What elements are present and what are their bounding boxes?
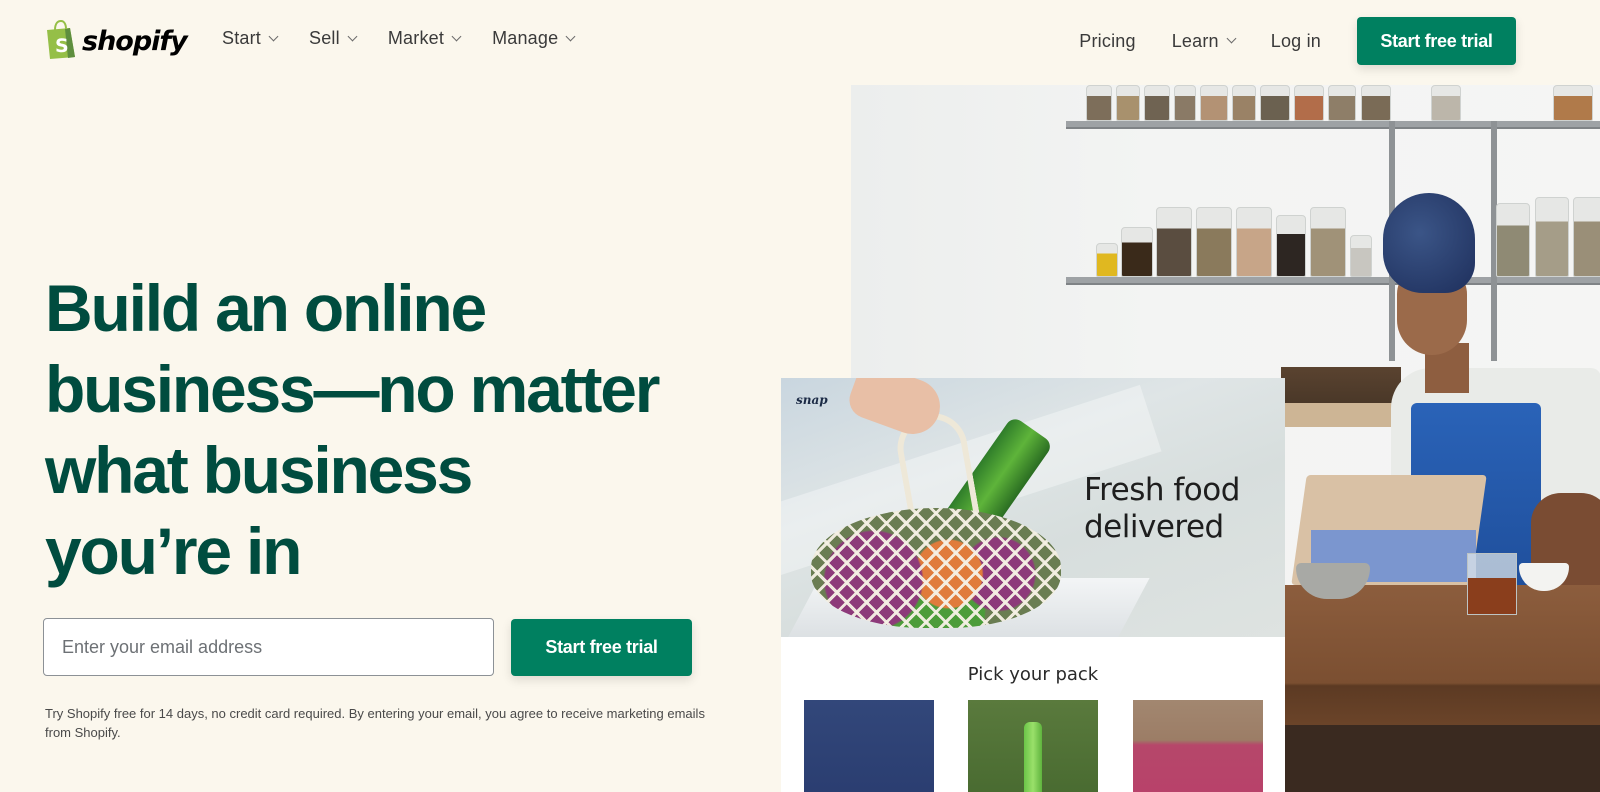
photo-jar (1276, 215, 1306, 277)
store-hero-image: snap Fresh food delivered (781, 378, 1285, 637)
photo-jar (1196, 207, 1232, 277)
photo-jar (1116, 85, 1140, 121)
nav-item-label: Log in (1270, 30, 1321, 51)
store-pack-tile (968, 700, 1098, 792)
photo-jar (1236, 207, 1272, 277)
logo-wordmark: shopify (82, 25, 188, 57)
photo-jar (1086, 85, 1112, 121)
site-header: S shopify Start Sell Market Manage Prici… (0, 0, 1600, 84)
nav-item-pricing[interactable]: Pricing (1079, 31, 1135, 52)
nav-item-label: Pricing (1079, 30, 1136, 51)
nav-item-label: Market (387, 28, 445, 48)
photo-shelf (1066, 121, 1600, 129)
photo-jar (1350, 235, 1372, 277)
headline-line: business—no matter (45, 352, 660, 426)
nav-item-sell[interactable]: Sell (309, 28, 358, 49)
photo-jar (1553, 85, 1593, 121)
photo-jar (1361, 85, 1391, 121)
photo-jar (1121, 227, 1153, 277)
photo-jar (1156, 207, 1192, 277)
nav-item-start[interactable]: Start (222, 28, 279, 49)
photo-jar (1096, 243, 1118, 277)
store-hero-produce-bag (811, 508, 1061, 628)
nav-item-label: Manage (492, 28, 559, 48)
photo-jar (1200, 85, 1228, 121)
store-tagline: Fresh food delivered (1084, 472, 1240, 545)
headline-line: you’re in (45, 514, 302, 588)
photo-jar (1232, 85, 1256, 121)
photo-jar (1144, 85, 1170, 121)
secondary-nav: Pricing Learn Log in Start free trial (1079, 17, 1516, 65)
store-pack-tile (804, 700, 934, 792)
nav-item-manage[interactable]: Manage (492, 28, 576, 49)
photo-beaker (1467, 553, 1517, 615)
photo-jar (1328, 85, 1356, 121)
shopify-logo[interactable]: S shopify (44, 20, 188, 60)
email-input[interactable] (43, 618, 494, 676)
store-preview-card: snap Fresh food delivered Pick your pack (781, 378, 1285, 792)
store-brand-logo: snap (796, 393, 828, 407)
header-start-trial-button[interactable]: Start free trial (1357, 17, 1516, 65)
shopping-bag-icon: S (47, 20, 75, 59)
nav-item-market[interactable]: Market (387, 28, 462, 49)
photo-jar (1310, 207, 1346, 277)
store-section-title: Pick your pack (967, 664, 1099, 685)
headline-line: Build an online (45, 271, 487, 345)
headline-line: what business (45, 433, 473, 507)
hero-headline: Build an online business—no matter what … (45, 268, 725, 592)
svg-text:S: S (55, 35, 69, 57)
primary-nav: Start Sell Market Manage (222, 28, 606, 49)
chevron-down-icon (565, 31, 576, 41)
chevron-down-icon (347, 31, 358, 41)
photo-jar (1431, 85, 1461, 121)
photo-jar (1174, 85, 1196, 121)
signup-disclaimer: Try Shopify free for 14 days, no credit … (45, 706, 705, 740)
nav-item-login[interactable]: Log in (1271, 31, 1321, 52)
nav-item-learn[interactable]: Learn (1171, 30, 1237, 52)
photo-jar (1260, 85, 1290, 121)
chevron-down-icon (268, 31, 279, 41)
photo-table (1281, 585, 1600, 725)
nav-item-label: Start (222, 28, 262, 48)
nav-item-label: Learn (1171, 30, 1219, 51)
chevron-down-icon (1226, 33, 1237, 44)
store-pack-tile (1133, 700, 1263, 792)
photo-table-base (1281, 725, 1600, 792)
photo-headwrap (1383, 193, 1475, 293)
nav-item-label: Sell (309, 28, 340, 48)
hero-start-trial-button[interactable]: Start free trial (511, 619, 692, 676)
signup-form: Start free trial (43, 618, 692, 676)
photo-jar (1294, 85, 1324, 121)
chevron-down-icon (451, 31, 462, 41)
